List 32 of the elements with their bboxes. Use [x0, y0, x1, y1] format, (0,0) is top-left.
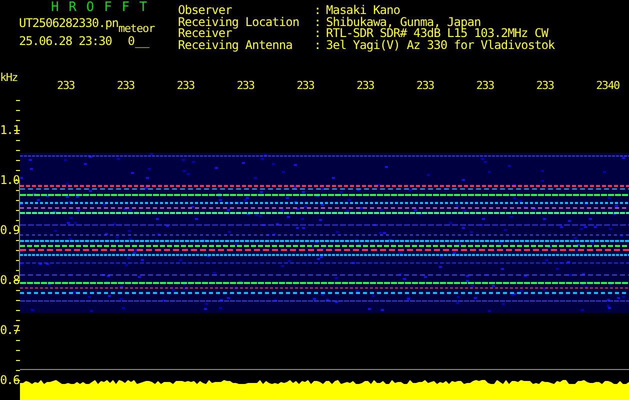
info-label: Receiving Location	[178, 16, 300, 28]
time-label: 233	[416, 80, 434, 92]
time-label: 233	[176, 80, 194, 92]
separator: :	[314, 16, 322, 28]
info-value: Shibukawa, Gunma, Japan	[326, 16, 481, 28]
frequency-label: 1.1	[0, 124, 20, 136]
file-name: UT2506282330.pn	[19, 17, 118, 30]
frequency-label: 0.7	[0, 324, 20, 336]
time-label: 2340	[596, 80, 620, 92]
frequency-label: 0.6	[0, 374, 20, 386]
info-value: 3el Yagi(V) Az 330 for Vladivostok	[326, 40, 555, 52]
unit-label: kHz	[0, 72, 18, 84]
separator: :	[314, 5, 322, 17]
separator: :	[314, 28, 322, 40]
time-label: 233	[296, 80, 314, 92]
count-label: 0__	[128, 35, 150, 48]
time-label: 233	[536, 80, 554, 92]
separator: :	[314, 40, 322, 52]
app-title: H R O F F T	[50, 1, 148, 14]
info-value: RTL-SDR SDR# 43dB L15 103.2MHz CW	[326, 28, 548, 40]
time-label: 233	[57, 80, 74, 92]
frequency-label: 0.8	[0, 274, 20, 286]
date-time: 25.06.28 23:30	[19, 35, 112, 48]
time-label: 233	[116, 80, 134, 92]
time-label: 233	[356, 80, 374, 92]
mode-label: meteor	[118, 23, 155, 34]
time-label: 233	[236, 80, 254, 92]
info-value: Masaki Kano	[326, 5, 400, 17]
info-label: Receiver	[178, 28, 232, 40]
info-label: Receiving Antenna	[178, 40, 294, 52]
info-label: Observer	[178, 5, 232, 17]
time-label: 233	[476, 80, 494, 92]
